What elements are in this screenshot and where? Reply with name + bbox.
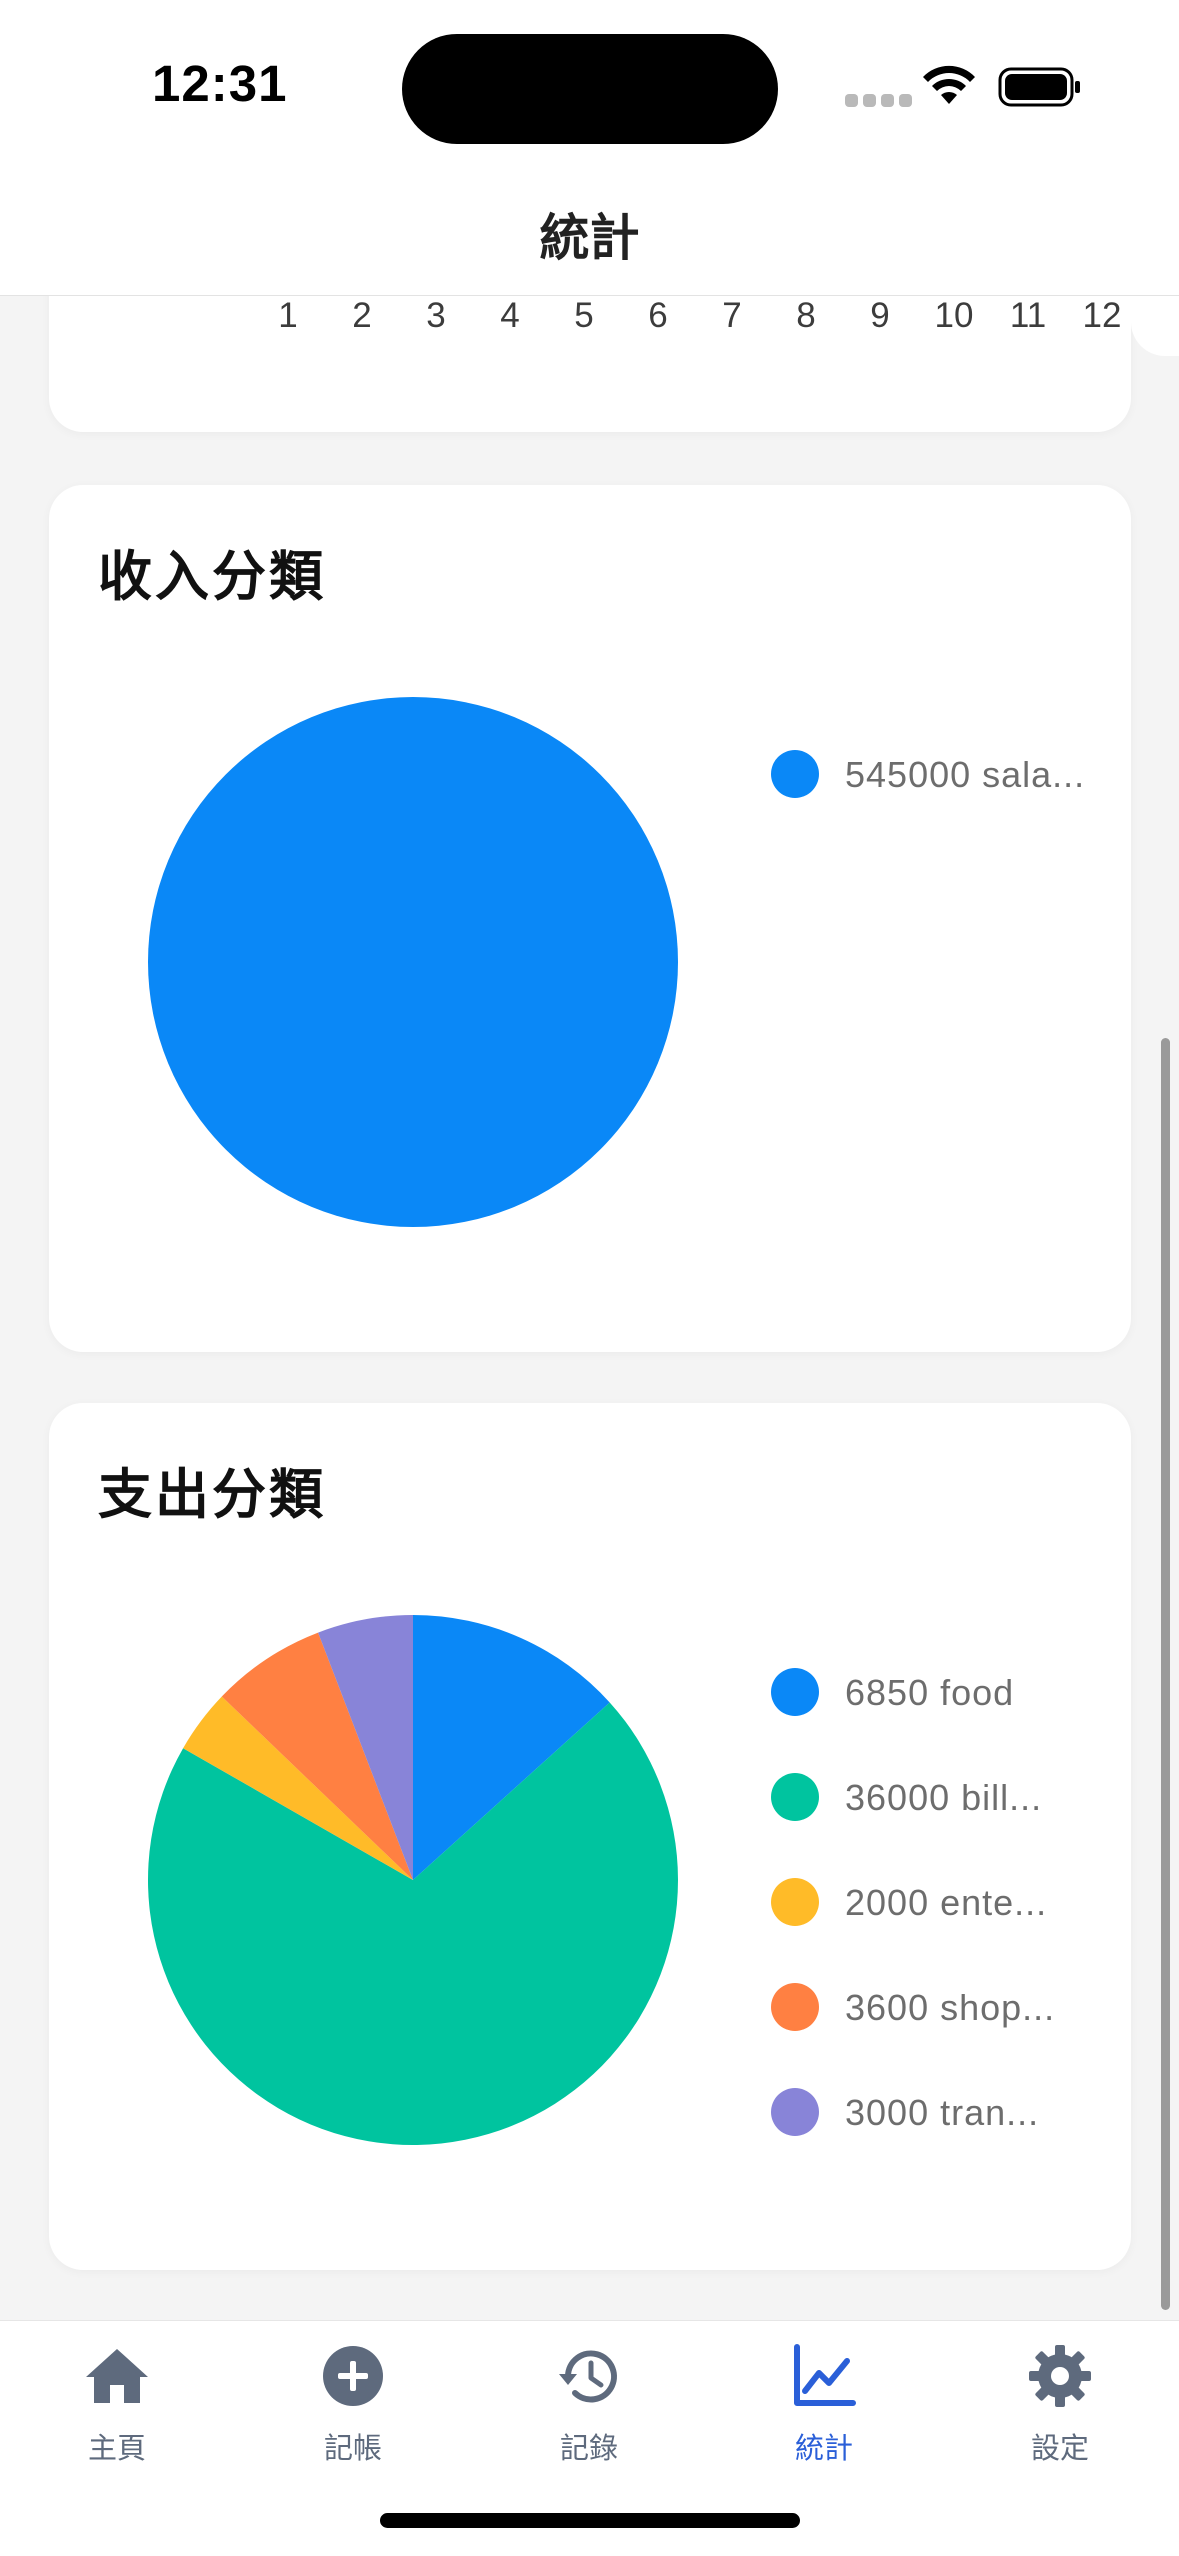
tab-history[interactable]: 記錄 xyxy=(509,2341,669,2467)
tab-home[interactable]: 主頁 xyxy=(37,2341,197,2467)
tab-statistics-label: 統計 xyxy=(794,2433,853,2465)
legend-label: 545000 sala... xyxy=(845,754,1086,795)
wifi-icon xyxy=(923,65,975,104)
income-pie-chart[interactable] xyxy=(146,695,680,1229)
expense-pie-chart[interactable] xyxy=(146,1613,680,2147)
month-axis-label: 3 xyxy=(426,296,446,335)
month-axis-label: 11 xyxy=(1009,296,1047,335)
legend-color-dot xyxy=(771,1878,819,1926)
month-axis-label: 6 xyxy=(648,296,668,335)
month-axis-label: 12 xyxy=(1082,296,1122,335)
add-circle-icon xyxy=(323,2346,383,2406)
monthly-chart-x-axis: 1 2 3 4 5 6 7 8 9 10 11 12 xyxy=(0,296,1179,376)
month-axis-label: 2 xyxy=(352,296,372,335)
tab-settings-label: 設定 xyxy=(1030,2433,1089,2465)
scrollbar[interactable] xyxy=(1161,1038,1170,2310)
legend-label: 6850 food xyxy=(845,1672,1015,1713)
home-icon xyxy=(86,2349,148,2403)
income-slice-salary[interactable] xyxy=(148,697,678,1227)
legend-color-dot xyxy=(771,1773,819,1821)
month-axis-label: 7 xyxy=(722,296,742,335)
dynamic-island xyxy=(402,34,778,144)
history-icon xyxy=(559,2350,617,2403)
month-axis-label: 8 xyxy=(796,296,816,335)
tab-statistics[interactable]: 統計 xyxy=(744,2341,904,2467)
chart-line-icon xyxy=(794,2344,856,2406)
expense-category-card: 支出分類 6850 food 36000 bill... 2000 ente... 3… xyxy=(49,1403,1131,2270)
tab-settings[interactable]: 設定 xyxy=(980,2341,1140,2467)
legend-label: 36000 bill... xyxy=(845,1777,1043,1818)
navigation-bar: 統計 xyxy=(0,170,1179,296)
month-axis-label: 9 xyxy=(870,296,890,335)
expense-card-title: 支出分類 xyxy=(98,1465,326,1525)
tab-add-record[interactable]: 記帳 xyxy=(273,2341,433,2467)
legend-color-dot xyxy=(771,2088,819,2136)
status-bar: 12:31 xyxy=(0,0,1179,170)
income-card-title: 收入分類 xyxy=(98,547,326,607)
page-title: 統計 xyxy=(539,210,640,266)
legend-label: 3600 shop... xyxy=(845,1987,1056,2028)
tab-history-label: 記錄 xyxy=(559,2433,618,2465)
legend-color-dot xyxy=(771,1983,819,2031)
income-category-card: 收入分類 545000 sala... xyxy=(49,485,1131,1352)
tab-home-label: 主頁 xyxy=(87,2433,146,2465)
month-axis-label: 4 xyxy=(500,296,520,335)
battery-icon xyxy=(998,67,1080,107)
legend-color-dot xyxy=(771,750,819,798)
home-indicator[interactable] xyxy=(380,2513,800,2528)
month-axis-label: 5 xyxy=(574,296,594,335)
month-axis-label: 1 xyxy=(278,296,298,335)
status-time: 12:31 xyxy=(152,55,288,112)
month-axis-label: 10 xyxy=(934,296,974,335)
legend-label: 3000 tran... xyxy=(845,2092,1040,2133)
gear-icon xyxy=(1029,2345,1091,2407)
legend-color-dot xyxy=(771,1668,819,1716)
stats-scroll-content[interactable]: 1 2 3 4 5 6 7 8 9 10 11 12 收入分類 545000 sala... 支出分類… xyxy=(0,296,1179,2320)
legend-label: 2000 ente... xyxy=(845,1882,1048,1923)
tab-add-record-label: 記帳 xyxy=(323,2433,382,2465)
